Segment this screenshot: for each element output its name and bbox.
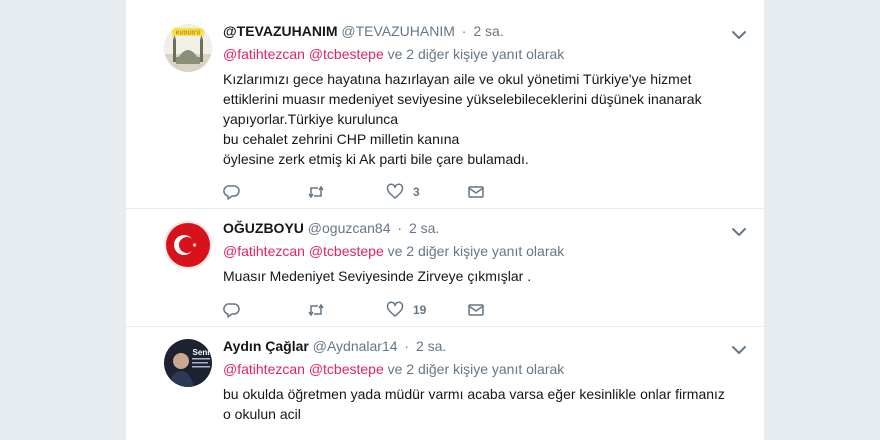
reply-context-suffix[interactable]: ve 2 diğer kişiye yanıt olarak [388,243,565,259]
reply-icon [223,185,240,200]
author-username[interactable]: @TEVAZUHANIM [341,23,455,39]
separator: · [461,23,467,39]
envelope-icon [468,304,484,316]
mention-link[interactable]: @tcbestepe [309,361,384,377]
retweet-icon [308,185,324,199]
reply-button[interactable] [223,300,241,320]
tweet-header: OĞUZBOYU @oguzcan84 · 2 sa. [223,219,734,238]
like-count: 19 [413,303,427,317]
author-username[interactable]: @oguzcan84 [308,220,391,236]
tweet-text: bu okulda öğretmen yada müdür varmı acab… [223,384,734,424]
avatar-logo-text: KUDÜS'Ü [176,30,201,37]
portrait-photo-icon: Seni [164,339,212,387]
direct-message-button[interactable] [467,182,485,202]
tweet[interactable]: Seni Aydın Çağlar @Aydnalar14 · 2 sa. @f… [126,327,764,440]
direct-message-button[interactable] [467,300,485,320]
tweet-text: Kızlarımızı gece hayatına hazırlayan ail… [223,69,734,169]
tweet-header: @TEVAZUHANIM @TEVAZUHANIM · 2 sa. [223,22,734,41]
tweet-text-line: yapıyorlar.Türkiye kurulunca [223,111,399,127]
separator: · [397,220,403,236]
tweet-actions: 19 [223,300,523,320]
timeline: KUDÜS'Ü @TEVAZUHANIM @TEVAZUHANIM · 2 sa… [125,0,765,440]
reply-button[interactable] [223,182,241,202]
avatar[interactable]: Seni [164,339,212,387]
tweet-text-line: Muasır Medeniyet Seviyesinde Zirveye çık… [223,268,532,284]
tweet-timestamp[interactable]: 2 sa. [409,220,439,236]
retweet-icon [308,303,324,317]
mention-link[interactable]: @fatihtezcan [223,46,305,62]
tweet-content: Aydın Çağlar @Aydnalar14 · 2 sa. @fatiht… [223,337,746,424]
tweet-header: Aydın Çağlar @Aydnalar14 · 2 sa. [223,337,734,356]
avatar[interactable]: KUDÜS'Ü [164,24,212,72]
tweet-content: @TEVAZUHANIM @TEVAZUHANIM · 2 sa. @fatih… [223,22,746,169]
tweet-text-line: öylesine zerk etmiş ki Ak parti bile çar… [223,151,529,167]
tweet[interactable]: KUDÜS'Ü @TEVAZUHANIM @TEVAZUHANIM · 2 sa… [126,12,764,209]
envelope-icon [468,186,484,198]
chevron-down-icon[interactable] [730,341,748,359]
mention-link[interactable]: @tcbestepe [309,243,384,259]
mosque-logo-icon: KUDÜS'Ü [164,24,212,72]
like-button[interactable]: 19 [386,300,426,320]
avatar[interactable] [164,221,212,269]
reply-context: @fatihtezcan @tcbestepe ve 2 diğer kişiy… [223,242,734,261]
tweet-content: OĞUZBOYU @oguzcan84 · 2 sa. @fatihtezcan… [223,219,746,286]
author-fullname[interactable]: @TEVAZUHANIM [223,23,338,39]
tweet-timestamp[interactable]: 2 sa. [416,338,446,354]
heart-icon [386,301,404,317]
author-fullname[interactable]: Aydın Çağlar [223,338,309,354]
mention-link[interactable]: @fatihtezcan [223,361,305,377]
chevron-down-icon[interactable] [730,223,748,241]
tweet-actions: 3 [223,182,523,202]
reply-context-suffix[interactable]: ve 2 diğer kişiye yanıt olarak [388,361,565,377]
reply-context: @fatihtezcan @tcbestepe ve 2 diğer kişiy… [223,45,734,64]
like-count: 3 [413,185,420,199]
tweet[interactable]: OĞUZBOYU @oguzcan84 · 2 sa. @fatihtezcan… [126,209,764,327]
tweet-text-line: ettiklerini muasır medeniyet seviyesine … [223,91,702,107]
turkish-flag-icon [164,221,212,269]
tweet-text: Muasır Medeniyet Seviyesinde Zirveye çık… [223,266,734,286]
tweet-text-line: Kızlarımızı gece hayatına hazırlayan ail… [223,71,692,87]
avatar-overlay-text: Seni [193,348,210,357]
author-fullname[interactable]: OĞUZBOYU [223,220,304,236]
mention-link[interactable]: @fatihtezcan [223,243,305,259]
tweet-text-line: bu cehalet zehrini CHP milletin kanına [223,131,460,147]
retweet-button[interactable] [307,300,325,320]
reply-context: @fatihtezcan @tcbestepe ve 2 diğer kişiy… [223,360,734,379]
reply-context-suffix[interactable]: ve 2 diğer kişiye yanıt olarak [388,46,565,62]
like-button[interactable]: 3 [386,182,420,202]
mention-link[interactable]: @tcbestepe [309,46,384,62]
heart-icon [386,183,404,199]
separator: · [404,338,410,354]
tweet-text-line: o okulun acil [223,406,301,422]
retweet-button[interactable] [307,182,325,202]
reply-icon [223,303,240,318]
author-username[interactable]: @Aydnalar14 [313,338,398,354]
tweet-text-line: bu okulda öğretmen yada müdür varmı acab… [223,386,725,402]
chevron-down-icon[interactable] [730,26,748,44]
tweet-timestamp[interactable]: 2 sa. [473,23,503,39]
